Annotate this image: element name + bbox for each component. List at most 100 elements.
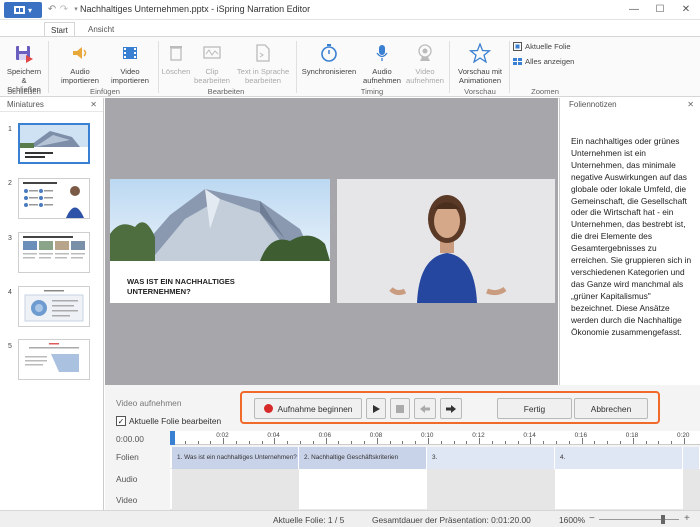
notes-text[interactable]: Ein nachhaltiges oder grünes Unternehmen… — [571, 136, 695, 338]
arrow-left-icon — [420, 404, 430, 413]
next-slide-button[interactable] — [440, 398, 462, 419]
slide-preview[interactable]: WAS IST EIN NACHHALTIGES UNTERNEHMEN? — [110, 179, 330, 303]
edit-clip-button[interactable]: Clip bearbeiten — [192, 40, 232, 85]
ruler-tick — [543, 441, 545, 444]
stop-button[interactable] — [390, 398, 410, 419]
ruler-tick-label: 0:16 — [574, 432, 588, 439]
record-video-button[interactable]: Video aufnehmen — [404, 40, 446, 85]
timeline-segment-3[interactable]: 3. — [427, 447, 555, 469]
close-window-icon[interactable]: ✕ — [674, 2, 698, 17]
tab-start[interactable]: Start — [44, 22, 75, 37]
ruler-tick — [184, 441, 186, 444]
done-button[interactable]: Fertig — [497, 398, 572, 419]
miniatures-panel: Miniatures ✕ 1 2 3 4 5 — [0, 98, 104, 510]
notes-panel: Foliennotizen ✕ Ein nachhaltiges oder gr… — [559, 98, 700, 385]
notes-header: Foliennotizen ✕ — [560, 98, 700, 112]
edit-tts-button[interactable]: Text in Sprache bearbeiten — [234, 40, 292, 85]
start-recording-button[interactable]: Aufnahme beginnen — [254, 398, 362, 419]
zoom-slider-track[interactable] — [599, 519, 679, 520]
group-label-insert: Einfügen — [90, 87, 120, 96]
import-video-button[interactable]: Video importieren — [106, 40, 154, 85]
timeline-segment-4[interactable]: 4. — [555, 447, 683, 469]
playhead-handle[interactable] — [170, 431, 175, 445]
ruler-tick-label: 0:20 — [677, 432, 690, 439]
status-zoom-level: 1600% — [559, 515, 586, 525]
ruler-tick — [351, 441, 353, 444]
fit-all-icon — [513, 58, 522, 65]
close-miniatures-icon[interactable]: ✕ — [90, 98, 97, 112]
ruler-tick — [671, 441, 673, 444]
status-current-slide: Aktuelle Folie: 1 / 5 — [273, 515, 345, 525]
record-audio-button[interactable]: Audio aufnehmen — [360, 40, 404, 85]
group-label-close: Schließen — [7, 87, 41, 96]
document-speech-icon — [256, 44, 270, 62]
timeline-segment-2[interactable]: 2. Nachhaltige Geschäftskriterien — [299, 447, 427, 469]
thumb-number: 5 — [8, 343, 12, 350]
presenter-video-preview[interactable] — [337, 179, 555, 303]
slide-thumbnail-1[interactable] — [18, 123, 90, 164]
import-audio-label: Audio importieren — [61, 67, 99, 85]
timeline-segment-1[interactable]: 1. Was ist ein nachhaltiges Unternehmen? — [172, 447, 299, 469]
edit-current-slide-option[interactable]: ✓ Aktuelle Folie bearbeiten — [116, 416, 221, 426]
slide-heading-line1: WAS IST EIN NACHHALTIGES — [127, 277, 235, 286]
timeline-segment-5[interactable] — [683, 447, 700, 469]
row-label-audio: Audio — [116, 474, 138, 484]
preview-animations-button[interactable]: Vorschau mit Animationen — [451, 40, 509, 85]
edit-current-slide-checkbox[interactable]: ✓ — [116, 416, 126, 426]
record-video-label: Video aufnehmen — [406, 67, 444, 85]
zoom-out-icon[interactable]: − — [589, 513, 595, 524]
ruler-tick — [300, 441, 301, 444]
close-notes-icon[interactable]: ✕ — [687, 98, 694, 112]
slide-heading-line2: UNTERNEHMEN? — [127, 287, 191, 296]
zoom-current-slide-button[interactable]: Aktuelle Folie — [513, 42, 571, 51]
group-label-zoom: Zoomen — [531, 87, 559, 96]
synchronize-button[interactable]: Synchronisieren — [298, 40, 360, 76]
stop-icon — [396, 404, 404, 413]
delete-label: Löschen — [161, 67, 191, 76]
ruler-tick — [645, 441, 647, 444]
minimize-icon[interactable]: — — [622, 2, 646, 17]
ruler-tick — [594, 441, 596, 444]
zoom-show-all-button[interactable]: Alles anzeigen — [513, 57, 574, 66]
app-menu-button[interactable]: ▾ — [4, 2, 42, 18]
slide-thumbnail-4[interactable] — [18, 286, 90, 327]
delete-button[interactable]: Löschen — [160, 40, 192, 76]
previous-slide-button[interactable] — [414, 398, 436, 419]
record-video-section-label: Video aufnehmen — [116, 398, 182, 408]
play-button[interactable] — [366, 398, 386, 419]
zoom-slider-handle[interactable] — [661, 515, 665, 524]
thumb-grid-image — [19, 233, 89, 272]
thumb-chart-image — [19, 340, 89, 379]
ruler-tick-label: 0:12 — [472, 432, 485, 439]
slide-thumbnail-2[interactable] — [18, 178, 90, 219]
slide-thumbnail-5[interactable] — [18, 339, 90, 380]
zoom-in-icon[interactable]: + — [684, 513, 690, 524]
cancel-button[interactable]: Abbrechen — [574, 398, 648, 419]
tab-ansicht[interactable]: Ansicht — [82, 22, 120, 37]
audio-clip-block[interactable] — [172, 469, 299, 510]
audio-clip-block[interactable] — [427, 469, 555, 510]
miniatures-title: Miniatures — [7, 100, 44, 109]
ruler-tick-label: 0:14 — [523, 432, 536, 439]
save-close-button[interactable]: Speichern & Schließen — [4, 40, 44, 94]
ruler-tick — [287, 441, 289, 444]
thumb-building-image — [20, 125, 88, 162]
webcam-icon — [418, 44, 432, 61]
timeline-ruler[interactable]: 0:02 0:04 0:06 0:08 0:10 0:12 0:14 0:16 0:18 0:20 — [170, 431, 700, 445]
ruler-tick — [364, 441, 365, 444]
import-audio-button[interactable]: Audio importieren — [56, 40, 104, 85]
thumb-number: 4 — [8, 289, 12, 296]
ruler-tick — [440, 441, 442, 444]
redo-icon[interactable]: ↷ — [58, 3, 70, 16]
zoom-show-all-label: Alles anzeigen — [525, 57, 575, 66]
undo-icon[interactable]: ↶ — [46, 3, 58, 16]
ruler-tick — [466, 441, 468, 444]
arrow-right-icon — [446, 404, 456, 413]
slide-thumbnail-3[interactable] — [18, 232, 90, 273]
audio-clip-block[interactable] — [683, 469, 700, 510]
ruler-tick — [248, 441, 250, 444]
edit-clip-label: Clip bearbeiten — [194, 67, 230, 85]
maximize-icon[interactable]: ☐ — [648, 2, 672, 17]
miniatures-header: Miniatures ✕ — [0, 98, 103, 112]
ruler-tick-label: 0:08 — [369, 432, 383, 439]
